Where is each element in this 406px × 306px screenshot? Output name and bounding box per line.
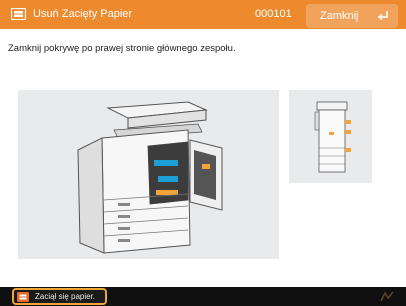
- main-illustration-panel: [18, 90, 279, 259]
- warning-icon: [17, 291, 29, 302]
- title-bar: Usuń Zacięty Papier 000101 Zamknij: [0, 0, 406, 29]
- close-button[interactable]: Zamknij: [306, 4, 398, 28]
- close-button-label: Zamknij: [320, 10, 359, 22]
- paper-jam-icon: [11, 8, 26, 20]
- signal-icon: [380, 291, 394, 302]
- return-arrow-icon: [377, 11, 388, 21]
- status-message-text: Zaciął się papier.: [35, 292, 96, 301]
- instruction-text: Zamknij pokrywę po prawej stronie główne…: [8, 43, 236, 54]
- printer-open-door-illustration: [77, 101, 223, 254]
- job-id: 000101: [255, 8, 292, 20]
- jam-location-thumbnail: [289, 90, 372, 183]
- dialog-title: Usuń Zacięty Papier: [33, 8, 133, 20]
- printer-jam-locations-illustration: [314, 101, 351, 173]
- status-message-button[interactable]: Zaciął się papier.: [12, 288, 108, 305]
